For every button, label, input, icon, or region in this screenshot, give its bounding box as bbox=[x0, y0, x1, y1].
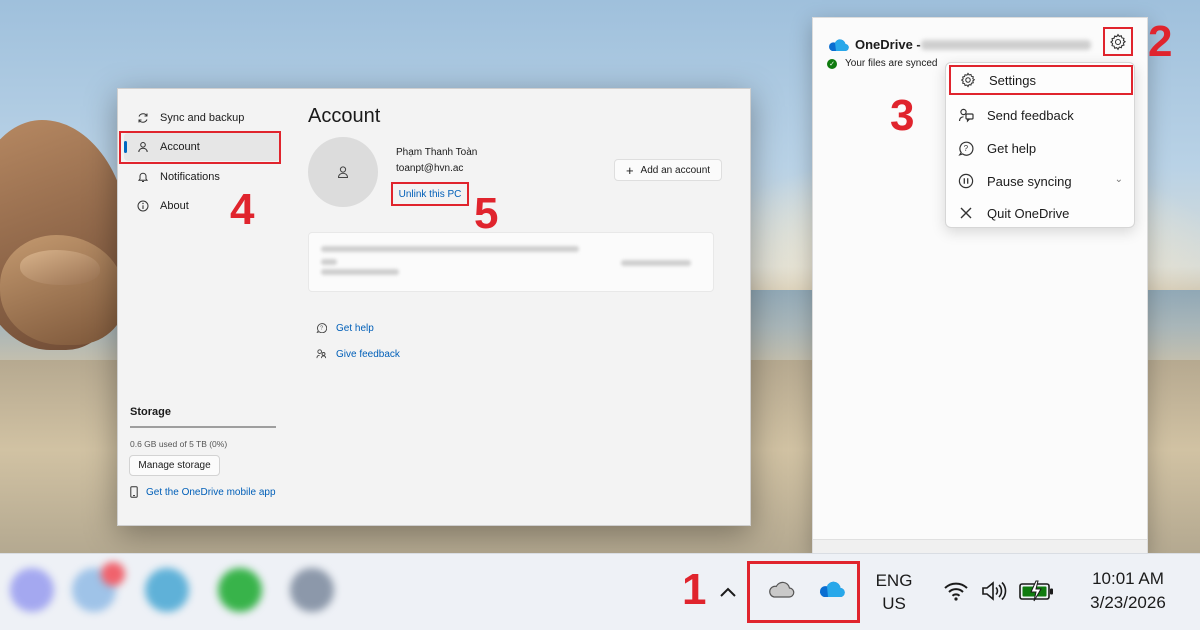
flyout-bottom-bar bbox=[813, 539, 1147, 553]
give-feedback-label: Give feedback bbox=[336, 348, 400, 360]
annotation-number-4: 4 bbox=[230, 185, 255, 234]
phone-icon bbox=[130, 486, 140, 498]
taskbar-app-icon[interactable] bbox=[218, 568, 262, 612]
onedrive-blue-cloud-icon[interactable] bbox=[817, 580, 847, 600]
taskbar-app-icon[interactable] bbox=[145, 568, 189, 612]
language-code: ENG bbox=[875, 571, 913, 590]
redacted-text bbox=[321, 259, 337, 265]
add-account-label: Add an account bbox=[640, 164, 711, 176]
rock bbox=[20, 250, 100, 285]
redacted-text bbox=[321, 246, 579, 252]
storage-bar bbox=[130, 426, 276, 428]
clock-date: 3/23/2026 bbox=[1090, 593, 1166, 612]
taskbar-app-icon[interactable] bbox=[290, 568, 334, 612]
mobile-app-link[interactable]: Get the OneDrive mobile app bbox=[130, 486, 276, 498]
account-folder-card bbox=[308, 232, 714, 292]
plus-icon: + bbox=[625, 162, 634, 178]
give-feedback-link[interactable]: Give feedback bbox=[316, 348, 400, 360]
help-icon: ? bbox=[316, 322, 328, 334]
nav-item-about[interactable]: About bbox=[124, 192, 280, 220]
svg-text:?: ? bbox=[320, 326, 323, 332]
storage-title: Storage bbox=[130, 406, 171, 418]
nav-item-label: Notifications bbox=[160, 171, 220, 183]
sync-status-text: Your files are synced bbox=[845, 58, 938, 69]
menu-item-label: Pause syncing bbox=[987, 173, 1072, 189]
get-help-label: Get help bbox=[336, 322, 374, 334]
system-clock[interactable]: 10:01 AM 3/23/2026 bbox=[1072, 567, 1184, 615]
sync-status: ✓ Your files are synced bbox=[827, 58, 937, 69]
menu-item-label: Quit OneDrive bbox=[987, 205, 1070, 221]
user-name: Phạm Thanh Toàn bbox=[396, 147, 478, 158]
language-indicator[interactable]: ENG US bbox=[870, 569, 918, 615]
annotation-box-account bbox=[119, 131, 281, 164]
annotation-number-2: 2 bbox=[1148, 17, 1173, 66]
gear-icon bbox=[959, 71, 977, 89]
pause-icon bbox=[957, 172, 975, 190]
menu-item-label: Send feedback bbox=[987, 107, 1074, 123]
svg-text:?: ? bbox=[964, 144, 969, 153]
menu-item-quit-onedrive[interactable]: Quit OneDrive bbox=[949, 198, 1133, 228]
region-code: US bbox=[882, 594, 906, 613]
annotation-number-5: 5 bbox=[474, 189, 499, 238]
account-page: Account Phạm Thanh Toàn toanpt@hvn.ac Un… bbox=[308, 89, 738, 525]
mobile-app-link-label: Get the OneDrive mobile app bbox=[146, 486, 276, 498]
onedrive-gray-cloud-icon[interactable] bbox=[767, 580, 795, 600]
menu-item-send-feedback[interactable]: Send feedback bbox=[949, 100, 1133, 130]
nav-item-label: Sync and backup bbox=[160, 112, 245, 124]
redacted-text bbox=[621, 260, 691, 266]
nav-item-label: About bbox=[160, 200, 189, 212]
bell-icon bbox=[136, 170, 150, 184]
onedrive-cloud-icon bbox=[829, 39, 849, 52]
feedback-icon bbox=[957, 106, 975, 124]
redacted-account-name bbox=[921, 40, 1091, 50]
onedrive-settings-menu: Settings Send feedback ? Get help Pause … bbox=[945, 62, 1135, 228]
manage-storage-button[interactable]: Manage storage bbox=[129, 455, 220, 476]
avatar bbox=[308, 137, 378, 207]
volume-icon[interactable] bbox=[980, 579, 1008, 603]
settings-gear-button[interactable] bbox=[1103, 27, 1133, 56]
nav-item-notifications[interactable]: Notifications bbox=[124, 163, 280, 191]
help-icon: ? bbox=[957, 139, 975, 157]
gear-icon bbox=[1110, 33, 1127, 50]
menu-item-label: Settings bbox=[989, 72, 1036, 88]
close-icon bbox=[957, 204, 975, 222]
redacted-text bbox=[321, 269, 399, 275]
menu-item-settings[interactable]: Settings bbox=[949, 65, 1133, 95]
battery-charging-icon[interactable] bbox=[1018, 579, 1054, 603]
taskbar-app-icon[interactable] bbox=[10, 568, 54, 612]
chevron-up-icon[interactable] bbox=[716, 581, 740, 605]
onedrive-title: OneDrive - bbox=[855, 37, 921, 52]
clock-time: 10:01 AM bbox=[1092, 569, 1164, 588]
add-account-button[interactable]: + Add an account bbox=[614, 159, 722, 181]
menu-item-get-help[interactable]: ? Get help bbox=[949, 133, 1133, 163]
user-email: toanpt@hvn.ac bbox=[396, 163, 464, 174]
nav-item-sync-and-backup[interactable]: Sync and backup bbox=[124, 104, 280, 132]
storage-used-text: 0.6 GB used of 5 TB (0%) bbox=[130, 439, 228, 449]
sync-icon bbox=[136, 111, 150, 125]
unlink-this-pc-link[interactable]: Unlink this PC bbox=[391, 182, 469, 206]
menu-item-pause-syncing[interactable]: Pause syncing ⌄ bbox=[949, 166, 1133, 196]
checkmark-icon: ✓ bbox=[827, 58, 837, 69]
menu-item-label: Get help bbox=[987, 140, 1037, 156]
feedback-icon bbox=[316, 348, 328, 360]
info-icon bbox=[136, 199, 150, 213]
annotation-number-1: 1 bbox=[682, 565, 707, 614]
wifi-icon[interactable] bbox=[942, 579, 970, 603]
person-icon bbox=[337, 166, 349, 178]
get-help-link[interactable]: ? Get help bbox=[316, 322, 374, 334]
notification-badge bbox=[101, 562, 125, 586]
annotation-number-3: 3 bbox=[890, 91, 915, 140]
chevron-down-icon: ⌄ bbox=[1114, 174, 1123, 185]
page-title: Account bbox=[308, 105, 381, 127]
